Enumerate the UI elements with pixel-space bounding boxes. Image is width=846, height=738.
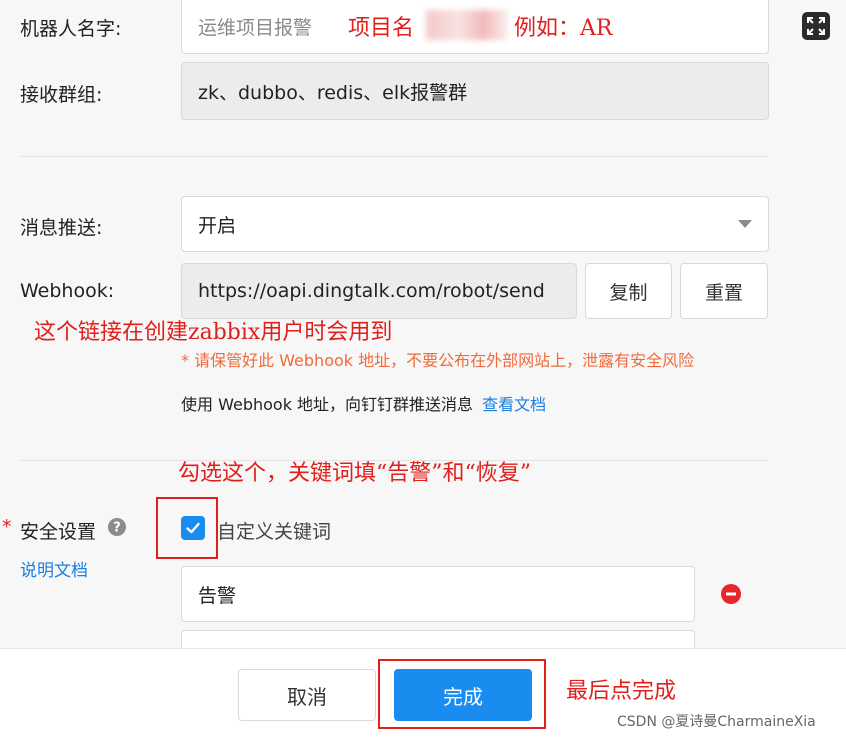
annotation-project-name: 项目名	[348, 16, 415, 41]
webhook-warning: * 请保管好此 Webhook 地址，不要公布在外部网站上，泄露有安全风险	[181, 351, 695, 370]
caret-down-icon	[738, 220, 752, 228]
annotation-link-note: 这个链接在创建zabbix用户时会用到	[34, 320, 393, 345]
group-field: zk、dubbo、redis、elk报警群	[181, 62, 769, 120]
keyword-checkbox[interactable]	[181, 516, 205, 540]
push-select[interactable]: 开启	[181, 196, 769, 252]
robot-name-placeholder: 运维项目报警	[198, 17, 313, 39]
security-label: 安全设置	[20, 521, 97, 543]
webhook-usage-row: 使用 Webhook 地址，向钉钉群推送消息 查看文档	[181, 391, 546, 415]
group-value: zk、dubbo、redis、elk报警群	[198, 81, 468, 104]
robot-name-label: 机器人名字:	[20, 18, 122, 40]
cancel-button[interactable]: 取消	[238, 669, 376, 721]
push-value: 开启	[198, 214, 237, 237]
security-doc-link[interactable]: 说明文档	[20, 556, 88, 581]
view-docs-link[interactable]: 查看文档	[482, 395, 546, 414]
check-icon	[186, 522, 200, 534]
done-button[interactable]: 完成	[394, 669, 532, 721]
dialog-footer: 取消 完成 最后点完成 CSDN @夏诗曼CharmaineXia	[0, 648, 846, 738]
webhook-usage-text: 使用 Webhook 地址，向钉钉群推送消息	[181, 395, 474, 414]
webhook-label: Webhook:	[20, 280, 115, 302]
required-mark: *	[2, 516, 12, 538]
annotation-finish-note: 最后点完成	[566, 679, 677, 704]
copy-button[interactable]: 复制	[585, 263, 672, 319]
annotation-check-note: 勾选这个，关键词填“告警”和“恢复”	[178, 461, 531, 486]
remove-keyword-icon[interactable]	[721, 584, 741, 604]
csdn-watermark: CSDN @夏诗曼CharmaineXia	[617, 714, 816, 730]
help-icon[interactable]: ?	[108, 518, 126, 536]
reset-button[interactable]: 重置	[680, 263, 768, 319]
keyword-checkbox-label: 自定义关键词	[217, 521, 332, 543]
expand-icon[interactable]	[802, 12, 830, 40]
push-label: 消息推送:	[20, 217, 103, 239]
keyword-input-1-value: 告警	[198, 584, 237, 607]
robot-settings-panel: 机器人名字: 运维项目报警 项目名 例如：AR 接收群组: zk、dubbo、r…	[0, 0, 846, 738]
keyword-input-1[interactable]: 告警	[181, 566, 695, 622]
webhook-field[interactable]: https://oapi.dingtalk.com/robot/send	[181, 263, 577, 319]
section-divider	[20, 156, 768, 157]
webhook-value: https://oapi.dingtalk.com/robot/send	[198, 280, 545, 302]
annotation-project-example: 例如：AR	[514, 16, 613, 41]
group-label: 接收群组:	[20, 84, 103, 106]
svg-text:?: ?	[113, 521, 121, 536]
redacted-project-name	[426, 10, 508, 40]
